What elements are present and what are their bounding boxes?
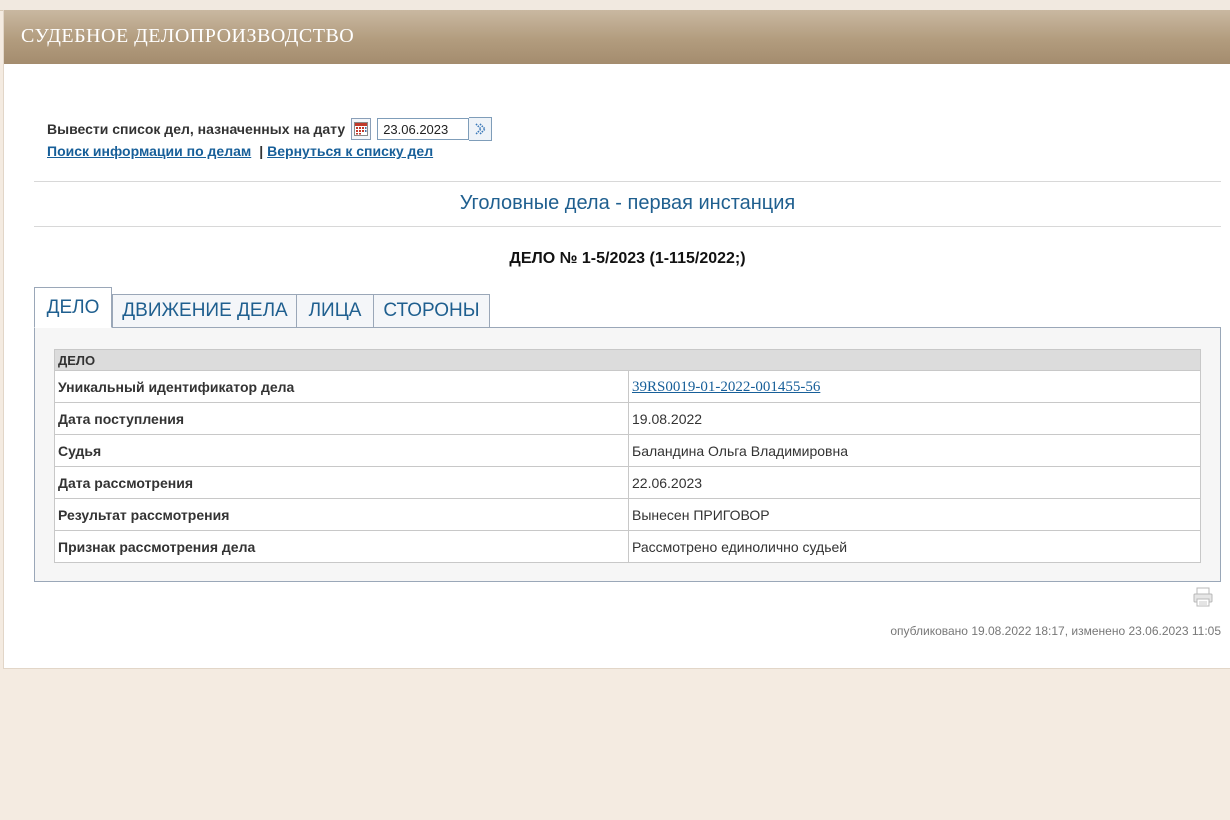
tab-persons[interactable]: ЛИЦА [296, 294, 374, 327]
table-row: Уникальный идентификатор дела 39RS0019-0… [54, 370, 1201, 403]
row-label: Дата поступления [54, 402, 629, 435]
main-panel: СУДЕБНОЕ ДЕЛОПРОИЗВОДСТВО Вывести список… [3, 10, 1230, 669]
row-value: 19.08.2022 [628, 402, 1201, 435]
divider-top [34, 181, 1221, 182]
row-value: 22.06.2023 [628, 466, 1201, 499]
calendar-icon[interactable] [351, 118, 372, 140]
printer-icon[interactable] [1192, 586, 1214, 613]
site-header: СУДЕБНОЕ ДЕЛОПРОИЗВОДСТВО [4, 10, 1230, 64]
published-info: опубликовано 19.08.2022 18:17, изменено … [890, 624, 1221, 638]
table-row: Дата поступления 19.08.2022 [54, 402, 1201, 435]
nav-links: Поиск информации по делам | Вернуться к сп… [47, 143, 433, 159]
case-title: ДЕЛО № 1-5/2023 (1-115/2022;) [509, 250, 746, 267]
date-filter: Вывести список дел, назначенных на дату [47, 117, 493, 141]
table-header-row: ДЕЛО [54, 349, 1201, 371]
table-row: Признак рассмотрения дела Рассмотрено ед… [54, 530, 1201, 563]
row-value: Баландина Ольга Владимировна [628, 434, 1201, 467]
go-arrow-icon[interactable] [469, 117, 493, 141]
tab-parties[interactable]: СТОРОНЫ [373, 294, 490, 327]
case-uid-link[interactable]: 39RS0019-01-2022-001455-56 [632, 379, 820, 395]
row-label: Уникальный идентификатор дела [54, 370, 629, 403]
row-label: Признак рассмотрения дела [54, 530, 629, 563]
row-label: Результат рассмотрения [54, 498, 629, 531]
row-value: 39RS0019-01-2022-001455-56 [628, 370, 1201, 403]
section-title: Уголовные дела - первая инстанция [459, 192, 796, 214]
link-separator: | [259, 143, 264, 159]
table-row: Результат рассмотрения Вынесен ПРИГОВОР [54, 498, 1201, 531]
table-row: Судья Баландина Ольга Владимировна [54, 434, 1201, 467]
row-value: Рассмотрено единолично судьей [628, 530, 1201, 563]
row-label: Судья [54, 434, 629, 467]
table-row: Дата рассмотрения 22.06.2023 [54, 466, 1201, 499]
date-input[interactable] [377, 118, 470, 140]
tab-case-movement[interactable]: ДВИЖЕНИЕ ДЕЛА [112, 294, 298, 327]
table-header: ДЕЛО [54, 349, 1201, 371]
divider-bottom [34, 226, 1221, 227]
tab-case[interactable]: ДЕЛО [34, 287, 112, 328]
back-to-list-link[interactable]: Вернуться к списку дел [267, 143, 433, 159]
row-value: Вынесен ПРИГОВОР [628, 498, 1201, 531]
case-details-table: ДЕЛО Уникальный идентификатор дела 39RS0… [54, 349, 1201, 563]
search-cases-link[interactable]: Поиск информации по делам [47, 143, 251, 159]
case-details-panel: ДЕЛО Уникальный идентификатор дела 39RS0… [34, 327, 1221, 582]
row-label: Дата рассмотрения [54, 466, 629, 499]
header-title: СУДЕБНОЕ ДЕЛОПРОИЗВОДСТВО [21, 25, 355, 47]
date-filter-label: Вывести список дел, назначенных на дату [47, 121, 346, 137]
